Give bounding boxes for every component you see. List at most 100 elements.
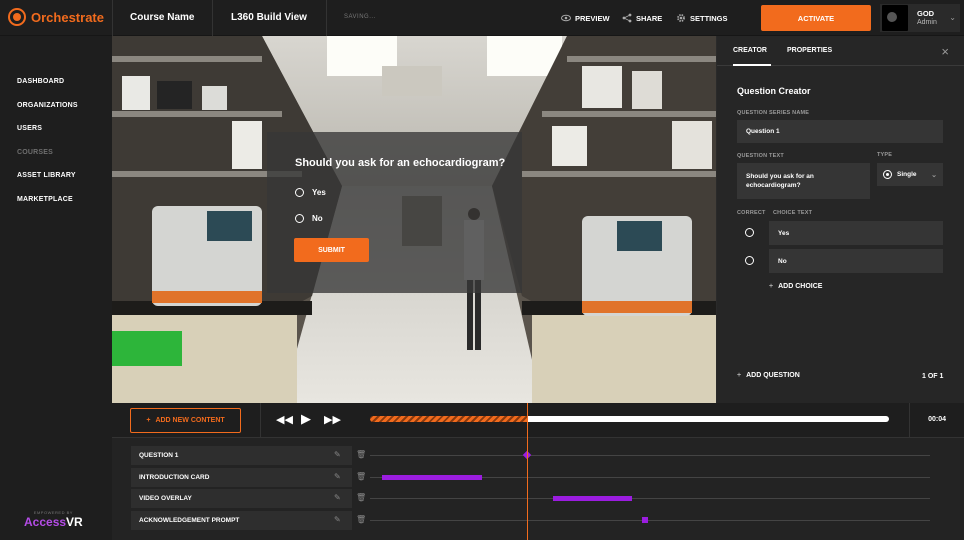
question-text-label: QUESTION TEXT bbox=[737, 153, 784, 159]
view-name: L360 Build View bbox=[231, 12, 307, 23]
divider bbox=[212, 0, 213, 36]
type-select[interactable]: Single ⌄ bbox=[877, 163, 943, 186]
activate-button[interactable]: ACTIVATE bbox=[761, 5, 871, 31]
fast-forward-icon[interactable]: ▶▶ bbox=[324, 413, 341, 426]
pencil-icon[interactable]: ✎ bbox=[334, 515, 341, 524]
radio-icon bbox=[295, 214, 304, 223]
track-keyframe[interactable] bbox=[642, 517, 648, 523]
app-logo[interactable]: Orchestrate bbox=[8, 8, 104, 26]
sidebar-item-users[interactable]: USERS bbox=[17, 125, 42, 132]
sidebar-item-organizations[interactable]: ORGANIZATIONS bbox=[17, 102, 78, 109]
track-segment[interactable] bbox=[382, 475, 482, 480]
plus-icon: + bbox=[146, 417, 151, 424]
track-line bbox=[370, 520, 930, 521]
track-label-video-overlay[interactable]: VIDEO OVERLAY bbox=[131, 489, 352, 508]
correct-radio-yes[interactable] bbox=[745, 228, 754, 237]
share-button[interactable]: SHARE bbox=[622, 13, 662, 23]
close-icon[interactable]: × bbox=[941, 44, 949, 59]
add-content-label: ADD NEW CONTENT bbox=[155, 417, 225, 424]
trash-icon[interactable]: 🗑 bbox=[356, 472, 366, 481]
choice-text-label: CHOICE TEXT bbox=[773, 210, 813, 216]
plus-icon: + bbox=[737, 372, 742, 379]
divider bbox=[909, 403, 910, 438]
overlay-option-no[interactable]: No bbox=[295, 214, 323, 223]
sidebar-item-courses[interactable]: COURSES bbox=[17, 149, 53, 156]
brand-access: Access bbox=[24, 515, 67, 529]
overlay-option-label: Yes bbox=[312, 188, 326, 197]
plus-icon: + bbox=[769, 283, 774, 290]
user-role: Admin bbox=[917, 19, 937, 26]
preview-button[interactable]: PREVIEW bbox=[561, 13, 610, 23]
track-line bbox=[370, 455, 930, 456]
pencil-icon[interactable]: ✎ bbox=[334, 450, 341, 459]
pencil-icon[interactable]: ✎ bbox=[334, 493, 341, 502]
divider bbox=[326, 0, 327, 36]
tab-creator[interactable]: CREATOR bbox=[733, 47, 767, 54]
trash-icon[interactable]: 🗑 bbox=[356, 515, 366, 524]
user-name: GOD bbox=[917, 9, 935, 18]
submit-button[interactable]: SUBMIT bbox=[294, 238, 369, 262]
series-name-input[interactable]: Question 1 bbox=[737, 120, 943, 143]
trash-icon[interactable]: 🗑 bbox=[356, 493, 366, 502]
panel-tabs: CREATOR PROPERTIES × bbox=[717, 36, 964, 66]
course-name[interactable]: Course Name bbox=[130, 12, 194, 23]
overlay-option-label: No bbox=[312, 214, 323, 223]
tab-properties[interactable]: PROPERTIES bbox=[787, 47, 832, 54]
sidebar-item-asset-library[interactable]: ASSET LIBRARY bbox=[17, 172, 76, 179]
track-segment[interactable] bbox=[553, 496, 632, 501]
gear-icon bbox=[677, 14, 685, 22]
sidebar: DASHBOARD ORGANIZATIONS USERS COURSES AS… bbox=[0, 36, 112, 540]
play-icon[interactable]: ▶ bbox=[301, 411, 311, 427]
active-tab-indicator bbox=[733, 64, 771, 66]
current-time: 00:04 bbox=[928, 416, 946, 423]
radio-selected-icon bbox=[883, 170, 892, 179]
avatar bbox=[882, 5, 908, 31]
sidebar-item-marketplace[interactable]: MARKETPLACE bbox=[17, 196, 73, 203]
add-question-button[interactable]: + ADD QUESTION bbox=[737, 372, 800, 379]
app-name: Orchestrate bbox=[31, 9, 104, 25]
divider bbox=[260, 403, 261, 438]
playhead[interactable] bbox=[527, 403, 528, 540]
share-label: SHARE bbox=[636, 13, 663, 23]
scrubber-track[interactable] bbox=[527, 416, 889, 422]
chevron-down-icon: ⌄ bbox=[949, 13, 956, 22]
save-status: SAVING... bbox=[344, 14, 376, 20]
choice-input-no[interactable]: No bbox=[769, 249, 943, 273]
panel-title: Question Creator bbox=[737, 86, 811, 96]
scrubber-played[interactable] bbox=[370, 416, 527, 422]
overlay-option-yes[interactable]: Yes bbox=[295, 188, 326, 197]
overlay-question-text: Should you ask for an echocardiogram? bbox=[295, 157, 506, 169]
type-label: TYPE bbox=[877, 152, 893, 158]
settings-button[interactable]: SETTINGS bbox=[676, 13, 728, 23]
correct-label: CORRECT bbox=[737, 210, 766, 216]
user-menu[interactable]: GOD Admin ⌄ bbox=[880, 4, 960, 32]
choice-input-yes[interactable]: Yes bbox=[769, 221, 943, 245]
eye-icon bbox=[561, 14, 571, 22]
pencil-icon[interactable]: ✎ bbox=[334, 472, 341, 481]
orchestrate-logo-icon bbox=[8, 8, 26, 26]
radio-icon bbox=[295, 188, 304, 197]
type-value: Single bbox=[897, 171, 917, 178]
top-bar: Orchestrate Course Name L360 Build View … bbox=[0, 0, 964, 36]
timeline: QUESTION 1 ✎ 🗑 INTRODUCTION CARD ✎ 🗑 VID… bbox=[112, 438, 964, 540]
track-label-question-1[interactable]: QUESTION 1 bbox=[131, 446, 352, 465]
track-label-introduction-card[interactable]: INTRODUCTION CARD bbox=[131, 468, 352, 487]
track-label-acknowledgement-prompt[interactable]: ACKNOWLEDGEMENT PROMPT bbox=[131, 511, 352, 530]
question-text-input[interactable]: Should you ask for an echocardiogram? bbox=[737, 163, 870, 199]
question-overlay: Should you ask for an echocardiogram? Ye… bbox=[267, 132, 522, 293]
video-preview[interactable]: Should you ask for an echocardiogram? Ye… bbox=[112, 36, 716, 403]
brand-vr: VR bbox=[66, 515, 83, 529]
track-line bbox=[370, 498, 930, 499]
correct-radio-no[interactable] bbox=[745, 256, 754, 265]
divider bbox=[112, 0, 113, 36]
preview-label: PREVIEW bbox=[575, 13, 610, 23]
add-choice-button[interactable]: + ADD CHOICE bbox=[769, 283, 822, 290]
playback-controls: + ADD NEW CONTENT ◀◀ ▶ ▶▶ 00:04 bbox=[112, 403, 964, 438]
settings-label: SETTINGS bbox=[690, 13, 728, 23]
creator-panel: CREATOR PROPERTIES × Question Creator QU… bbox=[717, 36, 964, 403]
add-new-content-button[interactable]: + ADD NEW CONTENT bbox=[130, 408, 241, 433]
sidebar-item-dashboard[interactable]: DASHBOARD bbox=[17, 78, 64, 85]
trash-icon[interactable]: 🗑 bbox=[356, 450, 366, 459]
rewind-icon[interactable]: ◀◀ bbox=[276, 413, 293, 426]
series-name-label: QUESTION SERIES NAME bbox=[737, 110, 810, 116]
